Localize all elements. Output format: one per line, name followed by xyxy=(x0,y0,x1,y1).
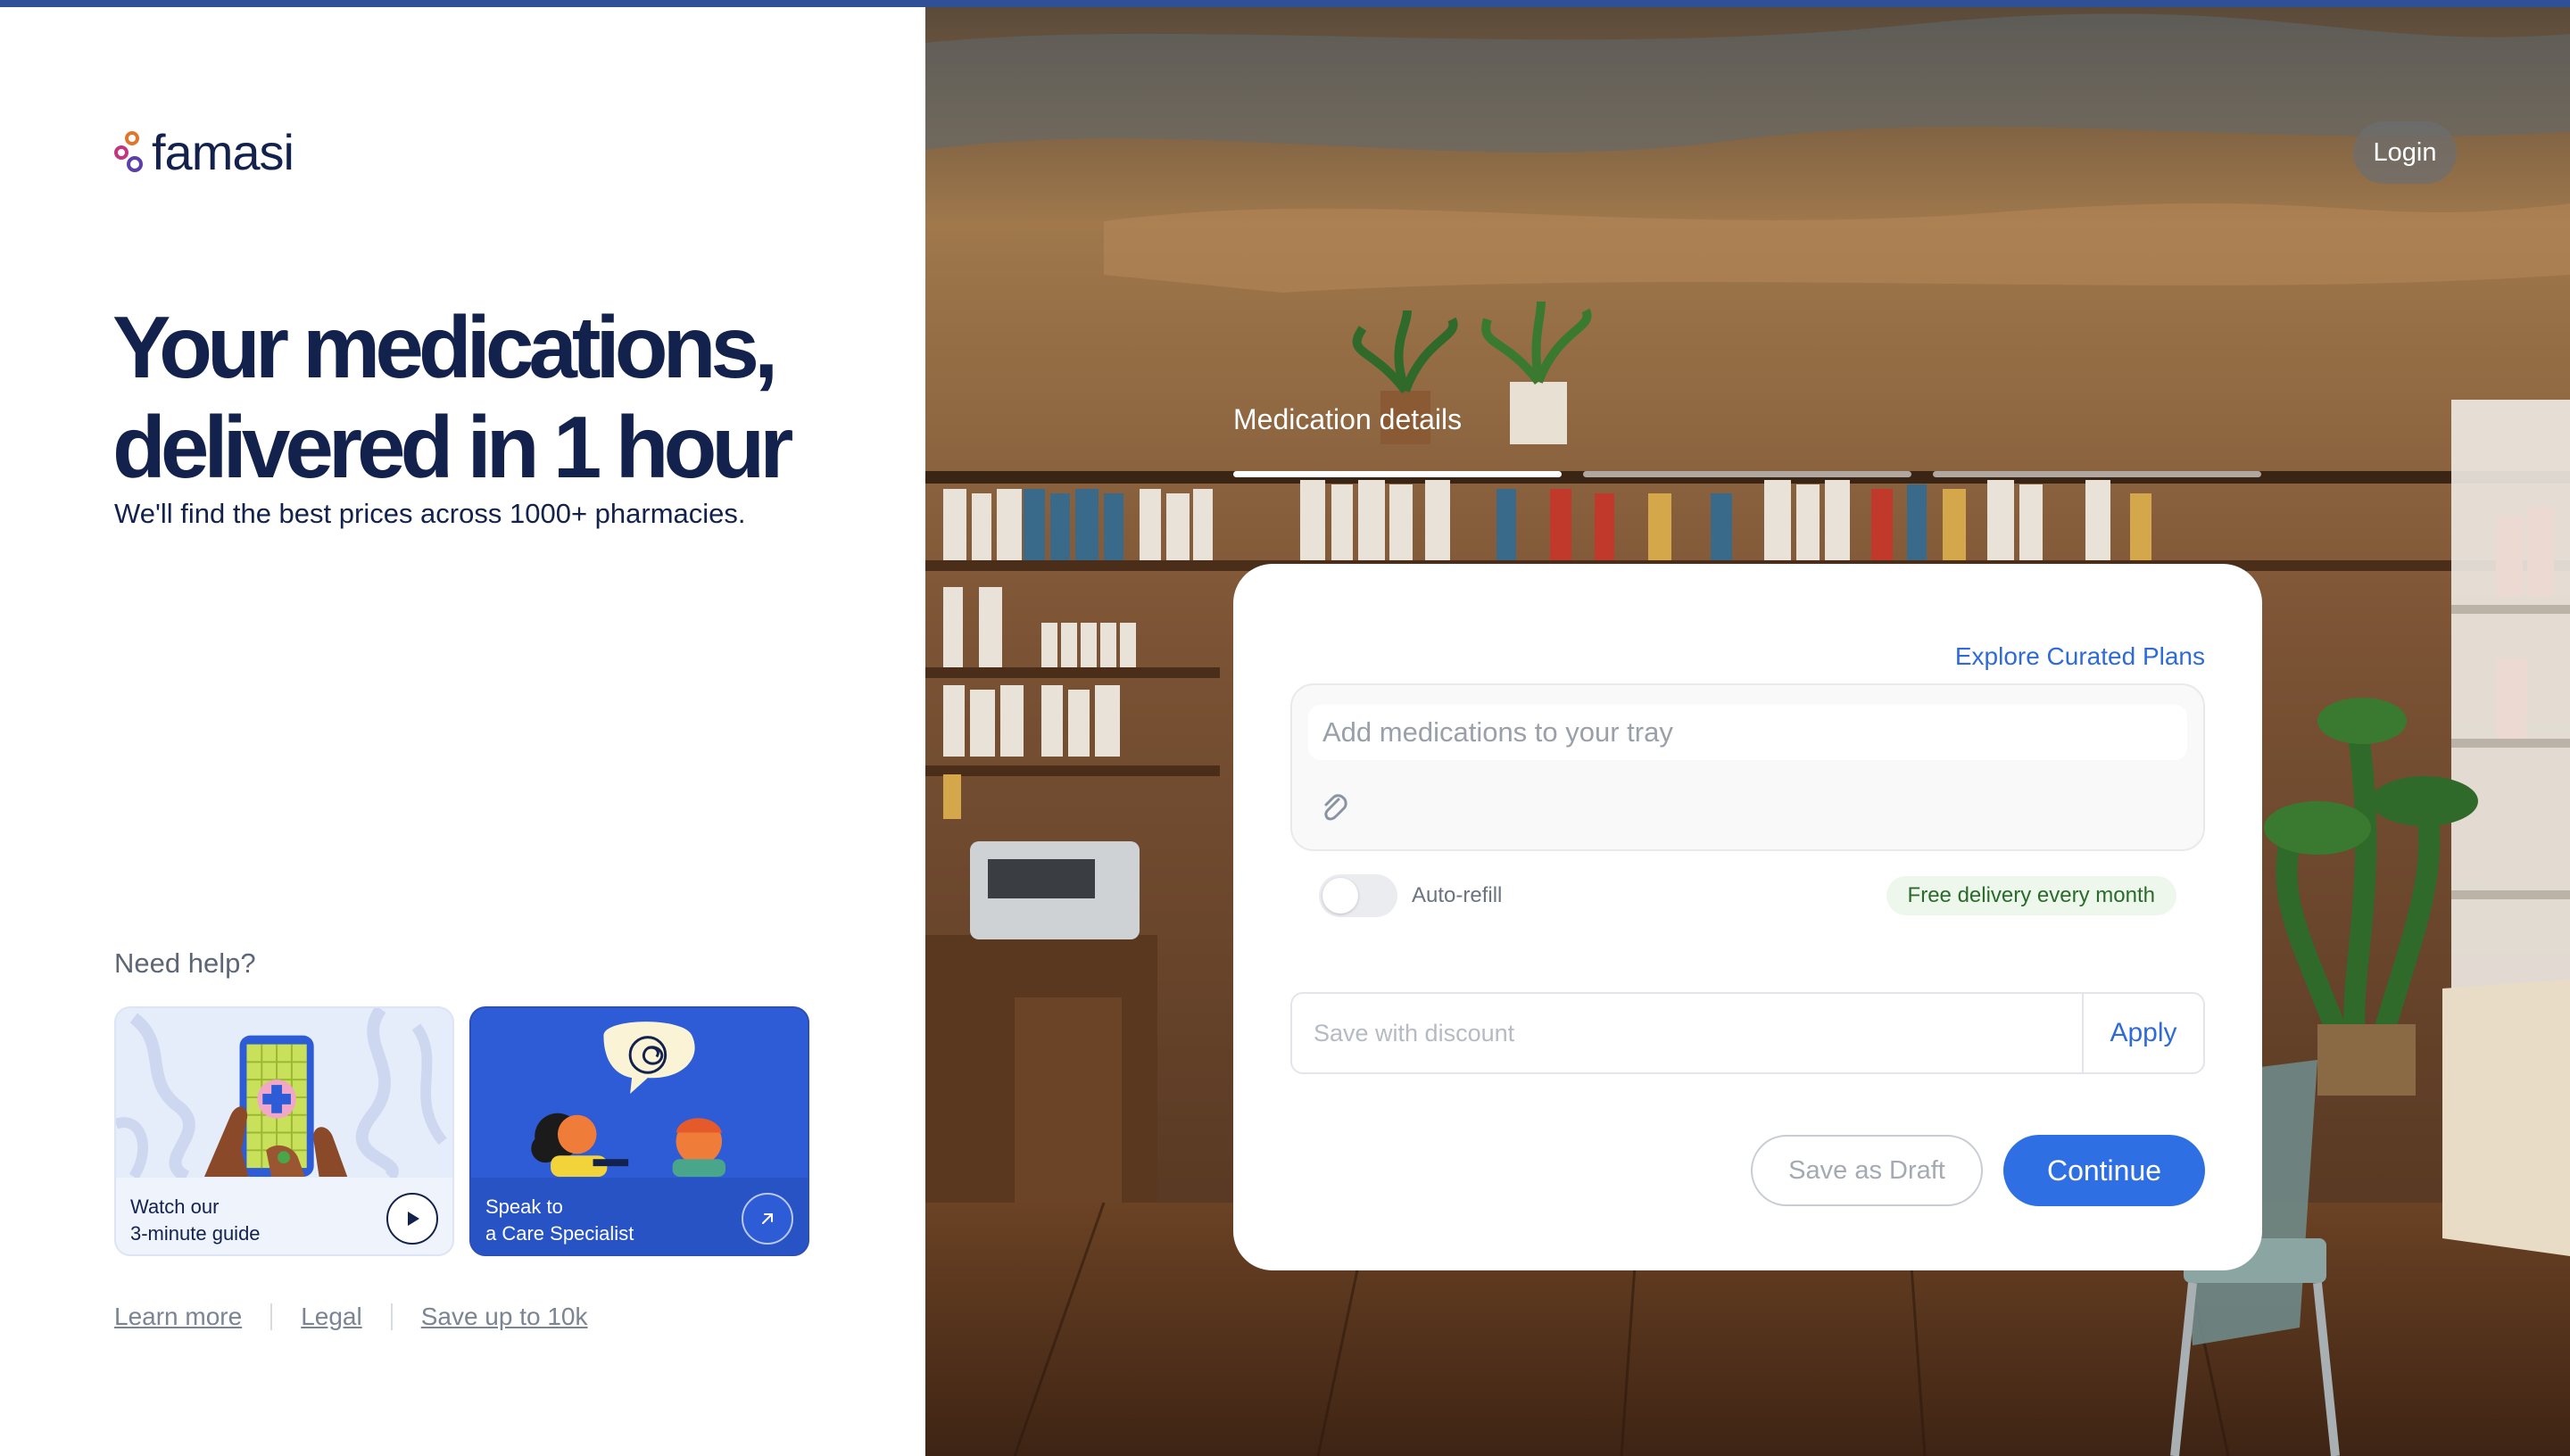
top-accent-bar xyxy=(0,0,2570,7)
auto-refill-label: Auto-refill xyxy=(1412,883,1503,907)
card-label-line1: Speak to xyxy=(485,1195,563,1218)
hero-title: Your medications, delivered in 1 hour xyxy=(112,297,898,497)
learn-more-link[interactable]: Learn more xyxy=(114,1303,242,1331)
toggle-knob xyxy=(1322,878,1358,914)
card-label-line1: Watch our xyxy=(130,1195,220,1218)
free-delivery-badge: Free delivery every month xyxy=(1886,876,2176,915)
step-2-bar xyxy=(1583,471,1911,477)
hero-title-line1: Your medications, xyxy=(112,298,778,396)
progress-stepper xyxy=(1233,471,2261,477)
link-divider xyxy=(270,1303,273,1330)
care-specialist-card[interactable]: Speak to a Care Specialist xyxy=(469,1006,809,1256)
save-as-draft-button[interactable]: Save as Draft xyxy=(1751,1135,1983,1206)
brand-logo[interactable]: famasi xyxy=(114,123,294,181)
card-label-line2: a Care Specialist xyxy=(485,1222,634,1245)
brand-name: famasi xyxy=(152,124,294,180)
open-chat-button[interactable] xyxy=(742,1193,793,1245)
apply-discount-button[interactable]: Apply xyxy=(2082,994,2203,1072)
hero-subtitle: We'll find the best prices across 1000+ … xyxy=(114,498,746,529)
step-label: Medication details xyxy=(1233,403,1463,435)
discount-field: Apply xyxy=(1290,992,2205,1074)
arrow-up-right-icon xyxy=(762,1213,773,1224)
card-footer: Watch our 3-minute guide xyxy=(116,1178,452,1254)
card-footer: Speak to a Care Specialist xyxy=(471,1178,808,1254)
card-label: Watch our 3-minute guide xyxy=(130,1194,261,1247)
step-3-bar xyxy=(1933,471,2261,477)
paperclip-icon[interactable] xyxy=(1319,790,1349,826)
continue-button[interactable]: Continue xyxy=(2003,1135,2205,1206)
logo-mark-icon xyxy=(114,129,146,176)
add-medication-input[interactable] xyxy=(1308,705,2187,760)
card-label-line2: 3-minute guide xyxy=(130,1222,261,1245)
medication-form-card: Explore Curated Plans Auto-refill Free d… xyxy=(1233,564,2262,1270)
play-button[interactable] xyxy=(386,1193,438,1245)
chat-people-illustration xyxy=(531,1022,725,1178)
login-button[interactable]: Login xyxy=(2353,121,2457,184)
pharmacy-background-panel: Login Medication details Explore Curated… xyxy=(925,7,2570,1456)
footer-links: Learn more Legal Save up to 10k xyxy=(114,1303,588,1331)
left-panel: famasi Your medications, delivered in 1 … xyxy=(0,7,925,1456)
discount-code-input[interactable] xyxy=(1292,994,2082,1072)
auto-refill-toggle[interactable] xyxy=(1319,874,1397,917)
link-divider xyxy=(390,1303,393,1330)
legal-link[interactable]: Legal xyxy=(301,1303,362,1331)
medication-tray xyxy=(1290,683,2205,851)
save-up-link[interactable]: Save up to 10k xyxy=(421,1303,588,1331)
card-label: Speak to a Care Specialist xyxy=(485,1194,634,1247)
hero-title-line2: delivered in 1 hour xyxy=(112,398,793,496)
explore-curated-plans-link[interactable]: Explore Curated Plans xyxy=(1955,642,2205,671)
phone-hands-illustration xyxy=(116,1008,447,1178)
step-1-bar xyxy=(1233,471,1562,477)
watch-guide-card[interactable]: Watch our 3-minute guide xyxy=(114,1006,454,1256)
play-icon xyxy=(408,1212,419,1226)
help-title: Need help? xyxy=(114,947,256,979)
